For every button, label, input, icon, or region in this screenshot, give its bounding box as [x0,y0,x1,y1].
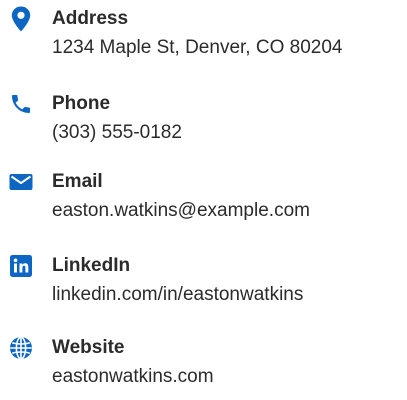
linkedin-icon [8,253,34,279]
contact-item-website: Website eastonwatkins.com [0,330,407,400]
globe-icon [8,335,34,361]
phone-value: (303) 555-0182 [52,122,182,143]
website-label: Website [52,337,125,358]
contact-item-address: Address 1234 Maple St, Denver, CO 80204 [0,1,407,71]
envelope-icon [8,169,34,195]
email-value: easton.watkins@example.com [52,200,310,221]
linkedin-value: linkedin.com/in/eastonwatkins [52,284,304,305]
contact-item-linkedin: LinkedIn linkedin.com/in/eastonwatkins [0,248,407,318]
contact-item-phone: Phone (303) 555-0182 [0,86,407,156]
address-label: Address [52,8,129,29]
contact-info-list: Address 1234 Maple St, Denver, CO 80204 … [0,0,407,389]
linkedin-label: LinkedIn [52,255,131,276]
phone-label: Phone [52,93,111,114]
contact-item-email: Email easton.watkins@example.com [0,164,407,234]
email-label: Email [52,171,103,192]
phone-icon [8,91,34,117]
website-value: eastonwatkins.com [52,366,214,387]
address-value: 1234 Maple St, Denver, CO 80204 [52,37,343,58]
map-pin-icon [8,6,34,32]
